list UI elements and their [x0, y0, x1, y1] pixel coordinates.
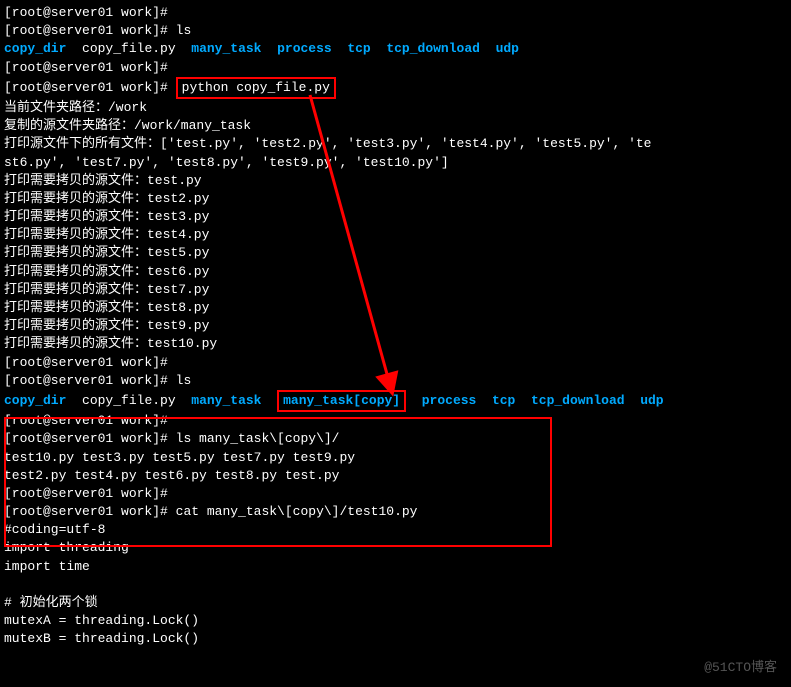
- output-line: 打印需要拷贝的源文件：test6.py: [4, 263, 787, 281]
- output-line: 当前文件夹路径：/work: [4, 99, 787, 117]
- output-line: st6.py', 'test7.py', 'test8.py', 'test9.…: [4, 154, 787, 172]
- cat-output: import time: [4, 558, 787, 576]
- dir-item: tcp_download: [531, 393, 625, 408]
- ls-output: copy_dir copy_file.py many_task process …: [4, 40, 787, 58]
- dir-item: process: [422, 393, 477, 408]
- prompt-line: [root@server01 work]# ls: [4, 372, 787, 390]
- file-item: copy_file.py: [82, 393, 176, 408]
- dir-item: copy_dir: [4, 41, 66, 56]
- dir-item: process: [277, 41, 332, 56]
- file-item: copy_file.py: [82, 41, 176, 56]
- command-python: python copy_file.py: [182, 80, 330, 95]
- highlight-python-cmd: python copy_file.py: [176, 77, 336, 99]
- prompt-line: [root@server01 work]#: [4, 59, 787, 77]
- output-line: 打印需要拷贝的源文件：test10.py: [4, 335, 787, 353]
- output-line: 复制的源文件夹路径：/work/many_task: [4, 117, 787, 135]
- dir-item: tcp_download: [386, 41, 480, 56]
- output-line: 打印需要拷贝的源文件：test4.py: [4, 226, 787, 244]
- prompt: [root@server01 work]#: [4, 60, 168, 75]
- command-ls: ls: [176, 373, 192, 388]
- dir-item: many_task: [191, 41, 261, 56]
- output-line: 打印需要拷贝的源文件：test3.py: [4, 208, 787, 226]
- dir-item: many_task[copy]: [283, 393, 400, 408]
- prompt-line: [root@server01 work]# ls: [4, 22, 787, 40]
- output-line: 打印需要拷贝的源文件：test8.py: [4, 299, 787, 317]
- prompt: [root@server01 work]#: [4, 23, 168, 38]
- output-line: 打印需要拷贝的源文件：test7.py: [4, 281, 787, 299]
- prompt-line: [root@server01 work]# python copy_file.p…: [4, 77, 787, 99]
- prompt: [root@server01 work]#: [4, 373, 168, 388]
- cat-output: [4, 576, 787, 594]
- prompt: [root@server01 work]#: [4, 5, 168, 20]
- highlight-copy-dir: many_task[copy]: [277, 390, 406, 412]
- dir-item: copy_dir: [4, 393, 66, 408]
- watermark: @51CTO博客: [704, 659, 777, 677]
- cat-output: mutexB = threading.Lock(): [4, 630, 787, 648]
- cat-output: mutexA = threading.Lock(): [4, 612, 787, 630]
- dir-item: many_task: [191, 393, 261, 408]
- prompt: [root@server01 work]#: [4, 80, 168, 95]
- output-line: 打印需要拷贝的源文件：test9.py: [4, 317, 787, 335]
- dir-item: udp: [496, 41, 519, 56]
- ls-output: copy_dir copy_file.py many_task many_tas…: [4, 390, 787, 412]
- prompt-line: [root@server01 work]#: [4, 354, 787, 372]
- dir-item: udp: [640, 393, 663, 408]
- dir-item: tcp: [492, 393, 515, 408]
- output-line: 打印需要拷贝的源文件：test.py: [4, 172, 787, 190]
- highlight-box-large: [4, 417, 552, 547]
- prompt-line: [root@server01 work]#: [4, 4, 787, 22]
- output-line: 打印需要拷贝的源文件：test2.py: [4, 190, 787, 208]
- dir-item: tcp: [347, 41, 370, 56]
- cat-output: # 初始化两个锁: [4, 594, 787, 612]
- prompt: [root@server01 work]#: [4, 355, 168, 370]
- output-line: 打印需要拷贝的源文件：test5.py: [4, 244, 787, 262]
- output-line: 打印源文件下的所有文件：['test.py', 'test2.py', 'tes…: [4, 135, 787, 153]
- command-ls: ls: [176, 23, 192, 38]
